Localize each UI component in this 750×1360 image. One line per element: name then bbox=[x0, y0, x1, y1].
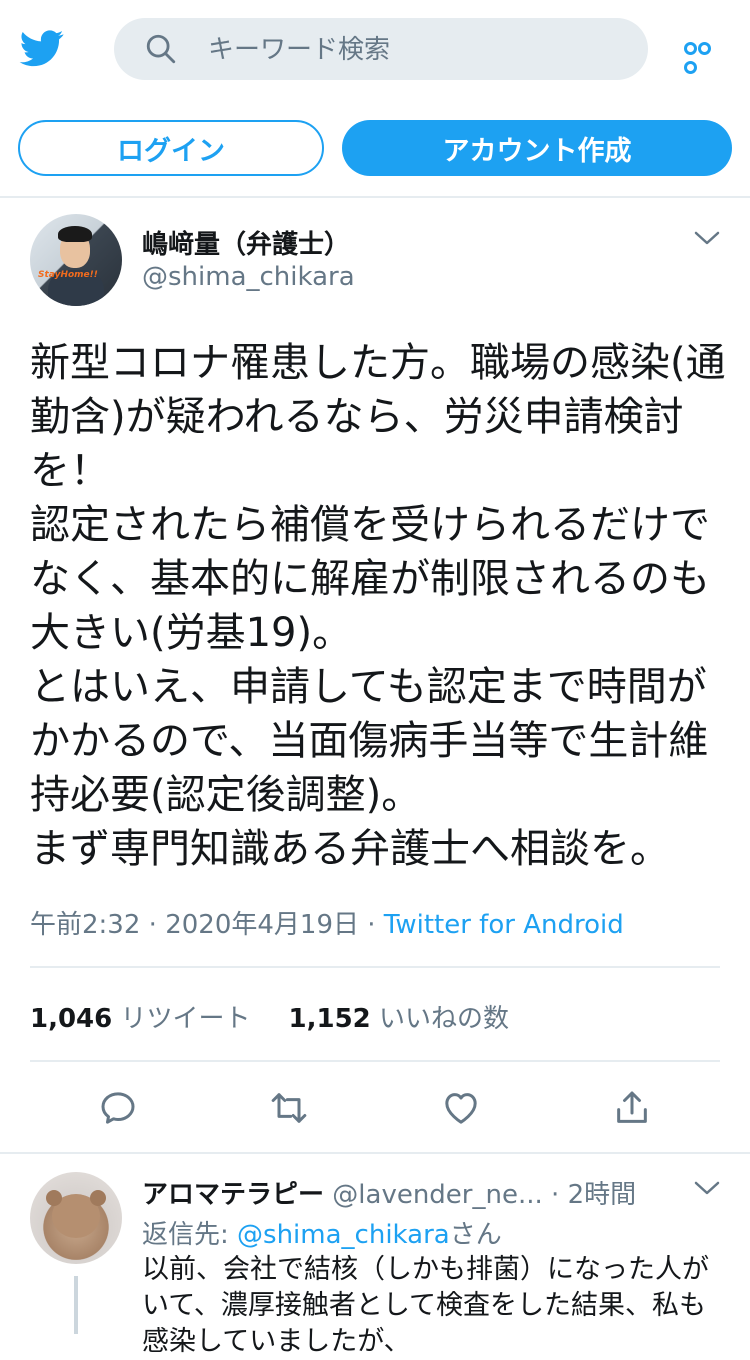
chevron-down-icon[interactable] bbox=[694, 230, 720, 246]
retweet-count: 1,046 bbox=[30, 1004, 113, 1034]
like-label: いいねの数 bbox=[379, 1004, 510, 1034]
separator: · bbox=[551, 1180, 560, 1210]
search-input[interactable] bbox=[206, 18, 630, 82]
reply-mention[interactable]: @shima_chikara bbox=[237, 1220, 450, 1250]
dot bbox=[684, 61, 697, 74]
search-box[interactable] bbox=[114, 18, 648, 82]
retweet-label: リツイート bbox=[120, 1004, 251, 1034]
tweet-time[interactable]: 午前2:32 bbox=[30, 910, 140, 940]
tweet-divider bbox=[0, 1152, 750, 1154]
dot bbox=[698, 42, 711, 55]
chevron-down-icon[interactable] bbox=[694, 1180, 720, 1196]
avatar[interactable]: StayHome!! bbox=[30, 214, 122, 306]
stats-divider-top bbox=[30, 966, 720, 968]
like-count: 1,152 bbox=[288, 1004, 371, 1034]
login-button[interactable]: ログイン bbox=[18, 120, 324, 176]
avatar-hair bbox=[58, 226, 92, 242]
reply-icon[interactable] bbox=[98, 1088, 138, 1128]
author-name[interactable]: 嶋﨑量（弁護士） bbox=[142, 224, 350, 261]
header-divider bbox=[0, 196, 750, 198]
signup-button[interactable]: アカウント作成 bbox=[342, 120, 732, 176]
more-dots-icon[interactable] bbox=[684, 40, 724, 74]
author-handle[interactable]: @shima_chikara bbox=[142, 262, 355, 292]
reply-suffix: さん bbox=[449, 1220, 502, 1250]
search-icon bbox=[146, 34, 176, 64]
like-stat[interactable]: 1,152 いいねの数 bbox=[289, 1004, 510, 1034]
stats-divider-bottom bbox=[30, 1060, 720, 1062]
reply-avatar[interactable] bbox=[30, 1172, 122, 1264]
reply-author-handle[interactable]: @lavender_ne... bbox=[332, 1180, 542, 1210]
tweet-text: 新型コロナ罹患した方。職場の感染(通勤含)が疑われるなら、労災申請検討を！ 認定… bbox=[30, 340, 726, 872]
retweet-stat[interactable]: 1,046 リツイート bbox=[30, 1004, 251, 1034]
reply-author-name[interactable]: アロマテラピー bbox=[142, 1180, 324, 1210]
reply-text: 以前、会社で結核（しかも排菌）になった人がいて、濃厚接触者として検査をした結果、… bbox=[142, 1254, 709, 1357]
reply-prefix: 返信先: bbox=[142, 1220, 238, 1250]
reply-to: 返信先: @shima_chikaraさん bbox=[142, 1214, 502, 1251]
avatar-tag: StayHome!! bbox=[38, 270, 98, 280]
twitter-bird-icon[interactable] bbox=[18, 26, 66, 70]
like-icon[interactable] bbox=[441, 1088, 481, 1128]
separator: · bbox=[148, 910, 157, 940]
retweet-icon[interactable] bbox=[269, 1088, 309, 1128]
tweet-meta: 午前2:32 · 2020年4月19日 · Twitter for Androi… bbox=[30, 904, 624, 941]
tweet-stats: 1,046 リツイート 1,152 いいねの数 bbox=[30, 998, 509, 1035]
separator: · bbox=[367, 910, 376, 940]
avatar-bear bbox=[46, 1190, 106, 1238]
top-bar bbox=[0, 0, 750, 98]
reply-header: アロマテラピー @lavender_ne... · 2時間 bbox=[142, 1174, 636, 1211]
thread-line bbox=[74, 1276, 78, 1334]
tweet-date[interactable]: 2020年4月19日 bbox=[165, 910, 359, 940]
reply-time[interactable]: 2時間 bbox=[568, 1180, 637, 1210]
tweet-source[interactable]: Twitter for Android bbox=[384, 910, 624, 940]
share-icon[interactable] bbox=[612, 1088, 652, 1128]
dot bbox=[684, 42, 697, 55]
